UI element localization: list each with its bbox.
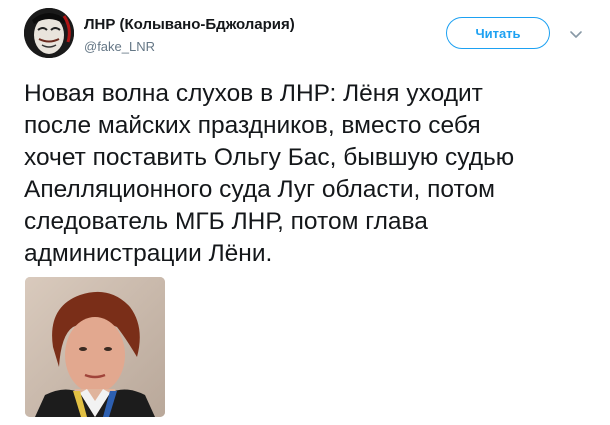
tweet-text: Новая волна слухов в ЛНР: Лёня уходит по… xyxy=(24,80,515,267)
user-handle[interactable]: @fake_LNR xyxy=(84,39,155,54)
tweet-photo[interactable] xyxy=(25,277,165,417)
follow-button[interactable]: Читать xyxy=(446,17,550,49)
profile-avatar[interactable] xyxy=(24,8,74,58)
masked-face-avatar-icon xyxy=(24,8,74,58)
display-name[interactable]: ЛНР (Колывано-Бджолария) xyxy=(84,16,295,33)
chevron-down-icon[interactable] xyxy=(566,24,586,44)
